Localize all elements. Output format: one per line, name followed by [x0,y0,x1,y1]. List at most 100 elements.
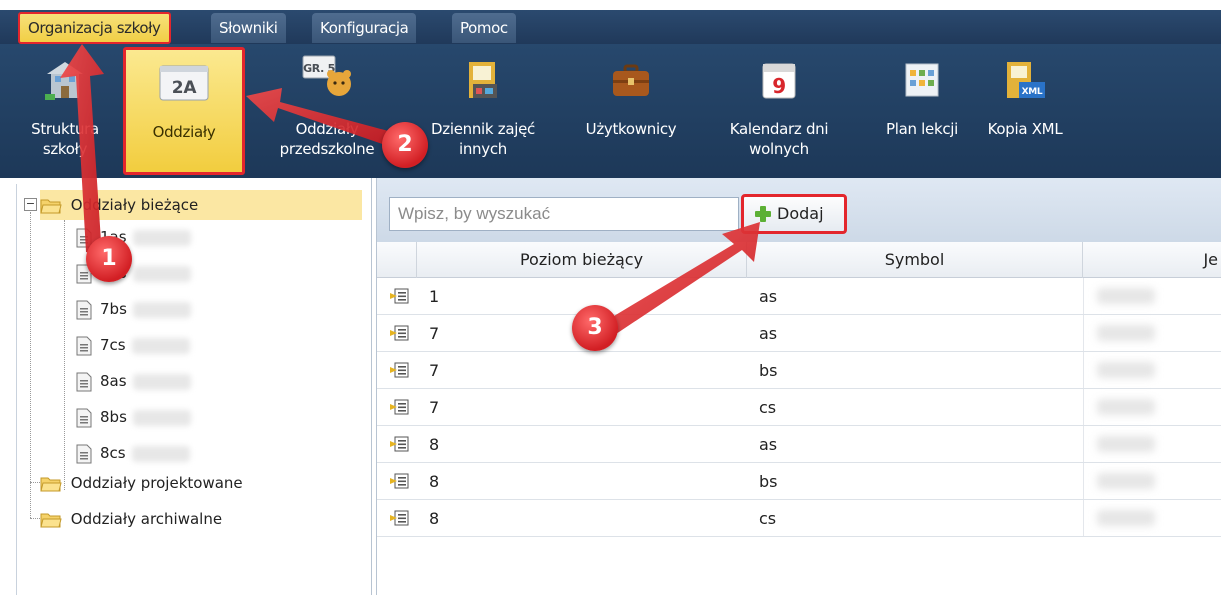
preschool-icon: GR. 5 [302,55,351,96]
cell-symbol: as [759,435,778,454]
cell-level: 7 [429,324,440,343]
calendar-icon-text: 9 [772,74,786,98]
tree-item-label: 7bs [100,300,127,318]
ribbon-oddzialy-przedszkolne-label: Oddziały przedszkolne [279,120,375,158]
tree-connector-root [30,212,31,518]
table-row[interactable]: 8 as [377,426,1221,463]
ribbon-struktura-szkoly-label: Struktura szkoły [31,120,99,158]
ribbon-kalendarz-dni-wolnych-button[interactable]: 9 Kalendarz dni wolnych [704,44,854,178]
menu-strip [0,10,1221,44]
school-structure-icon [45,62,83,100]
table-row[interactable]: 7 cs [377,389,1221,426]
cell-level: 8 [429,435,440,454]
table-row[interactable]: 8 cs [377,500,1221,537]
folder-icon [40,477,62,491]
blurred-cell [1097,510,1155,526]
table-row[interactable]: 1 as [377,278,1221,315]
blurred-cell [1097,325,1155,341]
tree-item-7cs[interactable]: 7cs [76,330,190,360]
edit-row-icon[interactable] [389,509,409,527]
tree-item-8cs[interactable]: 8cs [76,438,190,468]
header-je[interactable]: Je [1083,242,1221,278]
tree-item-7bs[interactable]: 7bs [76,294,191,324]
folder-open-icon [40,199,62,213]
tree-item-8bs[interactable]: 8bs [76,402,191,432]
grid-toolbar: Dodaj [377,178,1221,242]
step-badge-2: 2 [382,122,428,168]
tree-item-label: 7cs [100,336,126,354]
tree-panel: − Oddziały bieżące 1as 7as 7bs 7cs 8as 8… [0,178,372,595]
edit-row-icon[interactable] [389,324,409,342]
main-menu-bar: Organizacja szkoły Słowniki Konfiguracja… [0,0,1221,44]
cell-level: 8 [429,472,440,491]
document-icon [76,372,92,391]
cell-symbol: bs [759,472,778,491]
blurred-name [131,445,190,462]
step-badge-3: 3 [572,305,618,351]
blurred-name [132,301,191,318]
tree-node-oddzialy-archiwalne[interactable]: Oddziały archiwalne [40,504,222,534]
document-icon [76,336,92,355]
blurred-cell [1097,399,1155,415]
blurred-name [132,265,191,282]
ribbon-struktura-szkoly-button[interactable]: Struktura szkoły [10,44,120,178]
table-row[interactable]: 7 bs [377,352,1221,389]
ribbon-oddzialy-label: Oddziały [152,123,216,141]
ribbon-dziennik-zajec-innych-label: Dziennik zajęć innych [431,120,535,158]
plus-icon [755,206,771,222]
tree-collapse-toggle[interactable]: − [24,198,37,211]
search-input[interactable] [389,197,739,231]
table-row[interactable]: 7 as [377,315,1221,352]
cell-level: 8 [429,509,440,528]
cell-level: 7 [429,398,440,417]
edit-row-icon[interactable] [389,472,409,490]
folder-icon [40,513,62,527]
tree-item-8as[interactable]: 8as [76,366,191,396]
header-symbol[interactable]: Symbol [747,242,1083,278]
tree-node-label: Oddziały projektowane [70,474,243,492]
cell-symbol: bs [759,361,778,380]
tree-item-label: 8bs [100,408,127,426]
ribbon-toolbar: Struktura szkoły 2A Oddziały GR. 5 Oddzi… [0,44,1221,178]
cell-level: 7 [429,361,440,380]
ribbon-kopia-xml-button[interactable]: XML Kopia XML [980,44,1070,178]
edit-row-icon[interactable] [389,361,409,379]
briefcase-icon [613,64,649,96]
tab-konfiguracja[interactable]: Konfiguracja [312,13,417,43]
tree-node-oddzialy-projektowane[interactable]: Oddziały projektowane [40,468,243,498]
classes-grid-panel: Dodaj Poziom bieżący Symbol Je 1 as 7 as… [376,178,1221,595]
blurred-name [131,337,190,354]
table-header: Poziom bieżący Symbol Je [377,242,1221,278]
xml-copy-icon-text: XML [1022,87,1043,97]
ribbon-dziennik-zajec-innych-button[interactable]: Dziennik zajęć innych [428,44,538,178]
add-button[interactable]: Dodaj [741,194,847,234]
tree-node-oddzialy-biezace[interactable]: Oddziały bieżące [40,190,362,220]
ribbon-oddzialy-button[interactable]: 2A Oddziały [123,47,245,175]
table-row[interactable]: 8 bs [377,463,1221,500]
tree-item-label: 8as [100,372,127,390]
timetable-icon [905,63,939,97]
ribbon-plan-lekcji-button[interactable]: Plan lekcji [872,44,972,178]
tree-connector-current [64,220,65,490]
blurred-cell [1097,362,1155,378]
header-icon-column [377,242,417,278]
ribbon-kalendarz-dni-wolnych-label: Kalendarz dni wolnych [729,120,829,158]
blurred-cell [1097,436,1155,452]
edit-row-icon[interactable] [389,287,409,305]
journal-icon [469,62,497,98]
blurred-name [132,373,191,390]
add-button-label: Dodaj [777,204,824,223]
ribbon-kopia-xml-label: Kopia XML [987,120,1063,138]
tab-slowniki[interactable]: Słowniki [211,13,286,43]
tab-pomoc[interactable]: Pomoc [452,13,516,43]
ribbon-uzytkownicy-button[interactable]: Użytkownicy [572,44,690,178]
tree-node-label: Oddziały bieżące [70,196,199,214]
tab-organizacja-szkoly[interactable]: Organizacja szkoły [18,12,171,44]
class-2a-icon-text: 2A [172,78,198,98]
header-poziom-biezacy[interactable]: Poziom bieżący [417,242,747,278]
edit-row-icon[interactable] [389,435,409,453]
blurred-name [132,409,191,426]
calendar-icon: 9 [762,63,796,99]
ribbon-oddzialy-przedszkolne-button[interactable]: GR. 5 Oddziały przedszkolne [272,44,382,178]
edit-row-icon[interactable] [389,398,409,416]
